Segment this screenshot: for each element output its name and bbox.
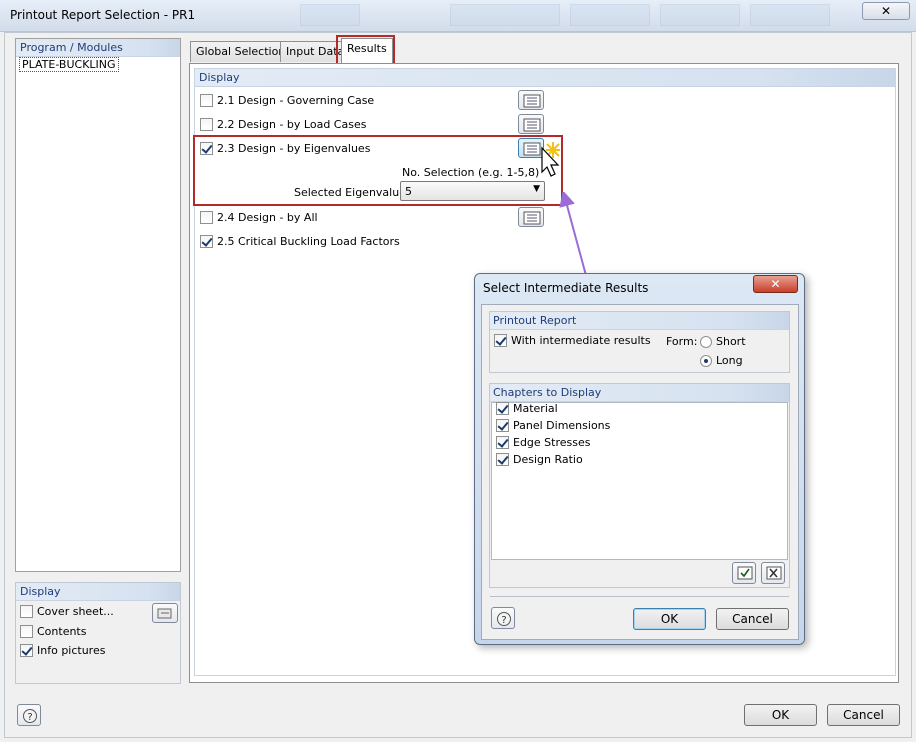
form-label: Form: [666, 335, 698, 348]
form-short-radio[interactable] [700, 335, 712, 348]
critical-buckling-option[interactable]: 2.5 Critical Buckling Load Factors [200, 235, 400, 248]
chapter-panel-dimensions-checkbox[interactable] [496, 419, 509, 432]
tab-global-selection[interactable]: Global Selection [190, 41, 292, 62]
chapter-panel-dimensions-label: Panel Dimensions [513, 419, 611, 432]
design-eigenvalues-option[interactable]: 2.3 Design - by Eigenvalues [200, 142, 370, 155]
help-icon: ? [497, 612, 511, 626]
chapter-material-label: Material [513, 402, 558, 415]
with-intermediate-label: With intermediate results [511, 334, 651, 347]
list-icon [523, 118, 541, 132]
info-pictures-option[interactable]: Info pictures [20, 644, 105, 657]
window-title: Printout Report Selection - PR1 [10, 8, 196, 22]
design-by-all-details-button[interactable] [518, 207, 544, 227]
design-load-cases-details-button[interactable] [518, 114, 544, 134]
design-by-all-option[interactable]: 2.4 Design - by All [200, 211, 318, 224]
chapters-header: Chapters to Display [490, 384, 789, 402]
design-governing-case-option[interactable]: 2.1 Design - Governing Case [200, 94, 374, 107]
no-selection-hint: No. Selection (e.g. 1-5,8) [402, 166, 540, 179]
chevron-down-icon: ▼ [533, 184, 540, 194]
deselect-all-button[interactable] [761, 562, 785, 584]
info-pictures-checkbox[interactable] [20, 644, 33, 657]
results-display-header: Display [195, 69, 895, 87]
title-bar: Printout Report Selection - PR1 ✕ [0, 0, 916, 32]
program-modules-panel: Program / Modules PLATE-BUCKLING [15, 38, 181, 572]
chapter-panel-dimensions[interactable]: Panel Dimensions [496, 419, 610, 432]
contents-option[interactable]: Contents [20, 625, 86, 638]
selected-eigenvalue-value: 5 [405, 185, 412, 198]
left-display-panel: Display Cover sheet... Contents Info pic… [15, 582, 181, 684]
cover-sheet-option[interactable]: Cover sheet... [20, 605, 114, 618]
chapter-design-ratio-checkbox[interactable] [496, 453, 509, 466]
design-governing-case-checkbox[interactable] [200, 94, 213, 107]
selected-eigenvalue-select[interactable]: 5 ▼ [400, 181, 545, 201]
cover-sheet-label: Cover sheet... [37, 605, 114, 618]
form-long-option[interactable]: Long [700, 354, 743, 367]
uncheck-all-icon [766, 566, 782, 580]
form-long-radio[interactable] [700, 354, 712, 367]
chapter-edge-stresses-checkbox[interactable] [496, 436, 509, 449]
dialog-help-button[interactable]: ? [491, 607, 515, 629]
chapter-edge-stresses-label: Edge Stresses [513, 436, 591, 449]
design-load-cases-label: 2.2 Design - by Load Cases [217, 118, 367, 131]
printout-report-header: Printout Report [490, 312, 789, 330]
chapter-design-ratio-label: Design Ratio [513, 453, 583, 466]
dialog-title: Select Intermediate Results [483, 281, 649, 295]
dialog-close-button[interactable]: ✕ [753, 275, 798, 293]
design-governing-case-label: 2.1 Design - Governing Case [217, 94, 375, 107]
design-by-all-checkbox[interactable] [200, 211, 213, 224]
with-intermediate-checkbox[interactable] [494, 334, 507, 347]
design-eigenvalues-checkbox[interactable] [200, 142, 213, 155]
dialog-divider [490, 596, 789, 597]
module-item-plate-buckling[interactable]: PLATE-BUCKLING [19, 57, 119, 72]
selected-eigenvalue-label: Selected Eigenvalue: [294, 186, 410, 199]
form-short-label: Short [716, 335, 746, 348]
critical-buckling-checkbox[interactable] [200, 235, 213, 248]
chapter-material[interactable]: Material [496, 402, 558, 415]
dialog-ok-button[interactable]: OK [633, 608, 706, 630]
list-icon [523, 211, 541, 225]
cover-sheet-checkbox[interactable] [20, 605, 33, 618]
info-pictures-label: Info pictures [37, 644, 106, 657]
chapter-edge-stresses[interactable]: Edge Stresses [496, 436, 590, 449]
contents-checkbox[interactable] [20, 625, 33, 638]
critical-buckling-label: 2.5 Critical Buckling Load Factors [217, 235, 400, 248]
design-governing-case-details-button[interactable] [518, 90, 544, 110]
with-intermediate-option[interactable]: With intermediate results [494, 334, 651, 347]
contents-label: Contents [37, 625, 87, 638]
help-icon: ? [23, 709, 37, 723]
design-load-cases-option[interactable]: 2.2 Design - by Load Cases [200, 118, 366, 131]
design-load-cases-checkbox[interactable] [200, 118, 213, 131]
chapter-material-checkbox[interactable] [496, 402, 509, 415]
check-all-icon [737, 566, 753, 580]
dialog-cancel-button[interactable]: Cancel [716, 608, 789, 630]
svg-text:?: ? [27, 712, 32, 723]
results-tab-highlight [336, 35, 395, 66]
background-window-ghost [300, 4, 840, 28]
ok-button[interactable]: OK [744, 704, 817, 726]
window-close-button[interactable]: ✕ [862, 2, 910, 20]
form-long-label: Long [716, 354, 743, 367]
design-by-all-label: 2.4 Design - by All [217, 211, 318, 224]
cancel-button[interactable]: Cancel [827, 704, 900, 726]
design-eigenvalues-label: 2.3 Design - by Eigenvalues [217, 142, 371, 155]
left-display-header: Display [16, 583, 180, 601]
cover-sheet-settings-button[interactable] [152, 603, 178, 623]
list-icon [523, 94, 541, 108]
form-short-option[interactable]: Short [700, 335, 746, 348]
select-all-button[interactable] [732, 562, 756, 584]
edit-icon [157, 608, 172, 619]
svg-text:?: ? [501, 615, 506, 626]
chapter-design-ratio[interactable]: Design Ratio [496, 453, 583, 466]
help-button[interactable]: ? [17, 704, 41, 726]
program-modules-header: Program / Modules [16, 39, 180, 57]
